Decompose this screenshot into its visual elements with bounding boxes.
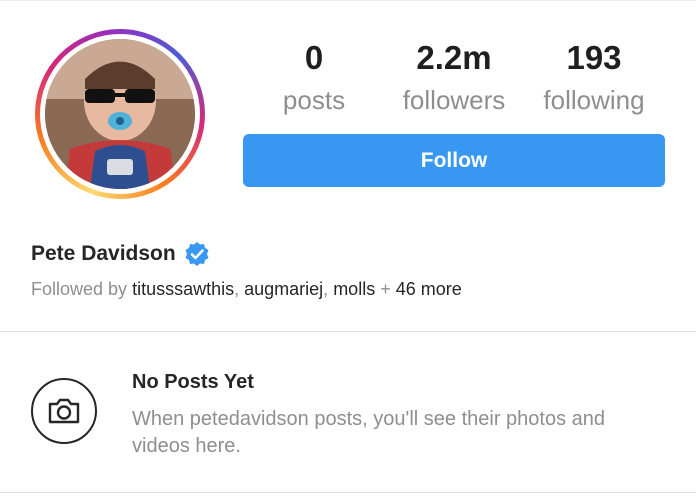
posts-label: posts: [282, 85, 346, 115]
camera-icon-circle: [31, 378, 97, 444]
following-stat[interactable]: 193 following: [534, 38, 654, 122]
followers-stat[interactable]: 2.2m followers: [394, 38, 514, 122]
followed-by-separator: ,: [234, 279, 245, 299]
followed-by-prefix: Followed by: [31, 279, 133, 299]
followed-by-user[interactable]: titusssawthis: [132, 279, 234, 299]
avatar-story-ring[interactable]: [35, 29, 205, 199]
verified-badge-icon: [185, 242, 209, 266]
avatar-photo: [45, 39, 195, 189]
empty-state-body: When petedavidson posts, you'll see thei…: [132, 408, 606, 457]
avatar-ring-gap: [40, 34, 200, 194]
followed-by-line[interactable]: Followed by titusssawthis, augmariej, mo…: [31, 279, 462, 300]
profile-name: Pete Davidson: [31, 242, 176, 265]
following-count: 193: [566, 39, 622, 76]
following-label: following: [543, 85, 645, 115]
section-divider: [0, 331, 696, 332]
followers-count: 2.2m: [416, 39, 492, 76]
followed-by-plus: +: [375, 279, 396, 299]
posts-count: 0: [304, 39, 324, 76]
empty-state-title: No Posts Yet: [132, 371, 254, 393]
followers-label: followers: [402, 85, 506, 115]
posts-stat: 0 posts: [264, 38, 364, 122]
followed-by-user[interactable]: molls: [333, 279, 375, 299]
bottom-divider: [0, 492, 696, 493]
follow-button[interactable]: Follow: [243, 134, 665, 187]
avatar: [45, 39, 195, 189]
followed-by-user[interactable]: augmariej: [244, 279, 323, 299]
profile-name-row: Pete Davidson: [31, 241, 210, 267]
followed-by-more[interactable]: 46 more: [396, 279, 462, 299]
followed-by-separator: ,: [323, 279, 334, 299]
top-divider: [0, 0, 696, 1]
camera-icon: [48, 398, 80, 424]
